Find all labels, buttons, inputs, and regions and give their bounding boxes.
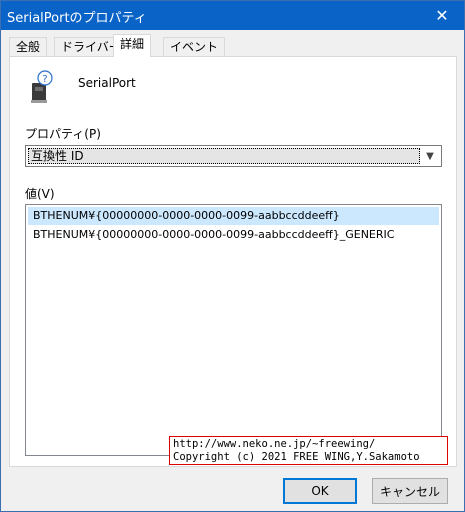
property-selected-value: 互換性 ID xyxy=(28,148,420,164)
value-label: 値(V) xyxy=(25,187,55,201)
device-question-icon: ? xyxy=(31,70,53,103)
title-bar[interactable]: SerialPortのプロパティ ✕ xyxy=(1,1,464,30)
details-panel: ? SerialPort プロパティ(P) 互換性 ID ▼ 値(V) BTHE… xyxy=(9,56,457,467)
properties-dialog: SerialPortのプロパティ ✕ 全般 ドライバー 詳細 イベント ? Se… xyxy=(0,0,465,512)
value-listbox[interactable]: BTHENUM¥{00000000-0000-0000-0099-aabbccd… xyxy=(25,204,442,456)
svg-text:?: ? xyxy=(42,74,47,85)
ok-button[interactable]: OK xyxy=(283,478,357,504)
list-item[interactable]: BTHENUM¥{00000000-0000-0000-0099-aabbccd… xyxy=(28,226,439,244)
device-name: SerialPort xyxy=(78,76,136,90)
property-label: プロパティ(P) xyxy=(25,127,101,141)
close-icon[interactable]: ✕ xyxy=(420,1,464,30)
tab-details[interactable]: 詳細 xyxy=(113,34,152,57)
tab-events[interactable]: イベント xyxy=(163,37,226,56)
cancel-button[interactable]: キャンセル xyxy=(372,478,448,504)
tab-general[interactable]: 全般 xyxy=(9,37,48,56)
chevron-down-icon[interactable]: ▼ xyxy=(422,148,438,164)
watermark-url: http://www.neko.ne.jp/~freewing/ xyxy=(173,438,376,450)
watermark-copyright: Copyright (c) 2021 FREE WING,Y.Sakamoto xyxy=(173,451,420,463)
window-title: SerialPortのプロパティ xyxy=(7,11,147,26)
list-item[interactable]: BTHENUM¥{00000000-0000-0000-0099-aabbccd… xyxy=(28,207,439,225)
property-dropdown[interactable]: 互換性 ID ▼ xyxy=(25,145,442,167)
copyright-watermark: http://www.neko.ne.jp/~freewing/ Copyrig… xyxy=(169,436,448,465)
